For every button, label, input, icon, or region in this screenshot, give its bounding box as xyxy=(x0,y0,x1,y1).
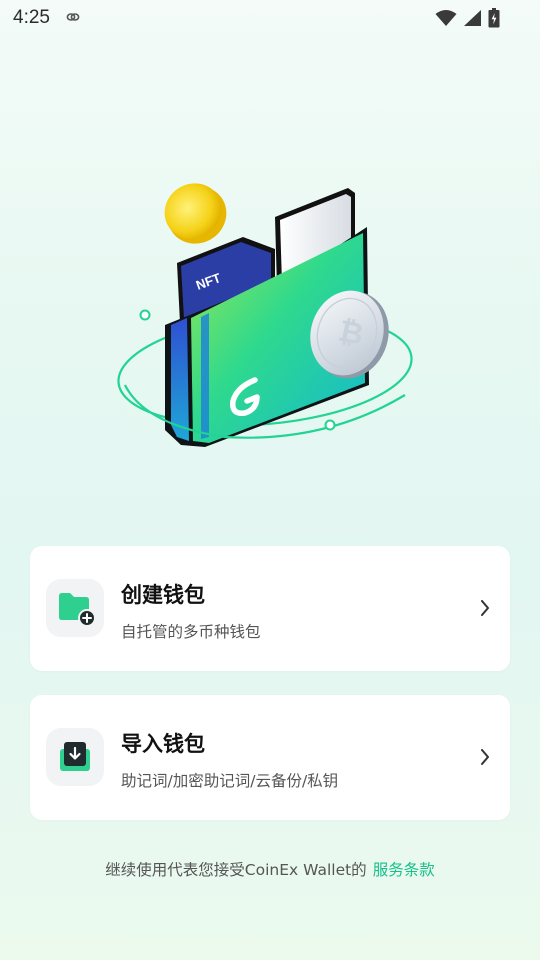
download-icon xyxy=(60,742,90,771)
terms-text: 继续使用代表您接受CoinEx Wallet的 xyxy=(105,861,367,879)
create-wallet-title: 创建钱包 xyxy=(121,583,205,607)
create-wallet-subtitle: 自托管的多币种钱包 xyxy=(121,623,261,641)
terms-of-service-link[interactable]: 服务条款 xyxy=(373,861,435,879)
chevron-right-icon xyxy=(481,749,489,765)
status-bar: 4:25 xyxy=(0,0,540,36)
folder-add-icon xyxy=(59,593,95,626)
import-wallet-subtitle: 助记词/加密助记词/云备份/私钥 xyxy=(121,772,339,790)
status-icons xyxy=(435,8,500,28)
status-time: 4:25 xyxy=(13,7,50,28)
battery-icon xyxy=(488,8,500,28)
import-wallet-icon-box xyxy=(46,728,104,786)
import-wallet-card[interactable]: 导入钱包 助记词/加密助记词/云备份/私钥 xyxy=(30,695,510,820)
cell-signal-icon xyxy=(464,10,481,26)
wifi-icon xyxy=(435,10,457,26)
wallet-illustration: NFT ₿ xyxy=(117,183,413,447)
chevron-right-icon xyxy=(481,600,489,616)
terms-footer: 继续使用代表您接受CoinEx Wallet的 服务条款 xyxy=(0,858,540,880)
create-wallet-icon-box xyxy=(46,579,104,637)
gold-coin-icon xyxy=(164,183,227,244)
create-wallet-card[interactable]: 创建钱包 自托管的多币种钱包 xyxy=(30,546,510,671)
sync-icon xyxy=(66,13,80,21)
import-wallet-title: 导入钱包 xyxy=(121,732,205,756)
